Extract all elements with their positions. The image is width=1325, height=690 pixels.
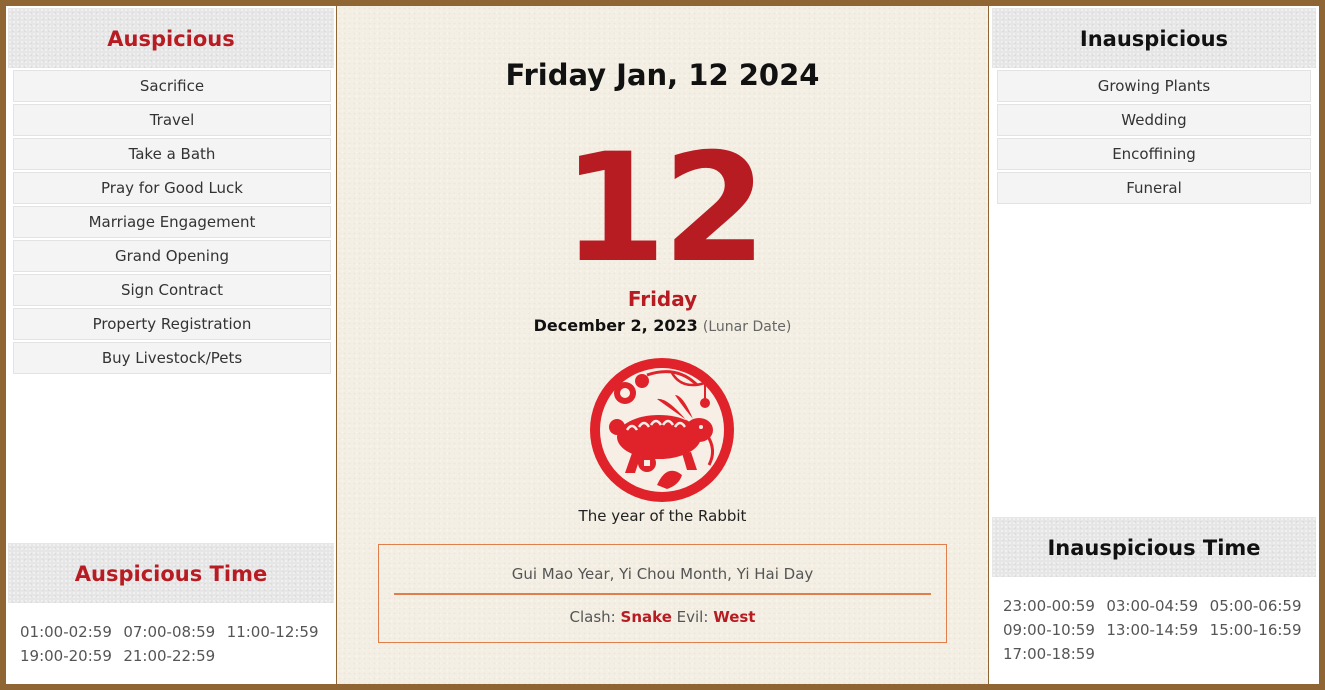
- time-slot: 03:00-04:59: [1106, 597, 1199, 615]
- lunar-date-value: December 2, 2023: [533, 316, 698, 335]
- inauspicious-time-heading: Inauspicious Time: [992, 517, 1316, 577]
- auspicious-item[interactable]: Grand Opening: [13, 240, 331, 272]
- inauspicious-heading: Inauspicious: [992, 8, 1316, 68]
- auspicious-list: Sacrifice Travel Take a Bath Pray for Go…: [6, 68, 336, 374]
- auspicious-item[interactable]: Take a Bath: [13, 138, 331, 170]
- inauspicious-item[interactable]: Encoffining: [997, 138, 1311, 170]
- evil-label: Evil:: [676, 608, 709, 626]
- page-title: Friday Jan, 12 2024: [505, 58, 820, 92]
- clash-label: Clash:: [569, 608, 616, 626]
- auspicious-item[interactable]: Marriage Engagement: [13, 206, 331, 238]
- evil-value: West: [713, 608, 756, 626]
- auspicious-item[interactable]: Sacrifice: [13, 70, 331, 102]
- clash-value: Snake: [620, 608, 672, 626]
- time-slot: 05:00-06:59: [1209, 597, 1302, 615]
- weekday-label: Friday: [627, 287, 698, 311]
- auspicious-item[interactable]: Property Registration: [13, 308, 331, 340]
- time-slot: 09:00-10:59: [1003, 621, 1095, 639]
- calendar-frame: Auspicious Sacrifice Travel Take a Bath …: [6, 6, 1319, 684]
- time-slot: 21:00-22:59: [123, 647, 216, 665]
- time-slot: 01:00-02:59: [20, 623, 112, 641]
- zodiac-caption: The year of the Rabbit: [578, 507, 747, 525]
- day-number: 12: [562, 122, 767, 296]
- auspicious-item[interactable]: Pray for Good Luck: [13, 172, 331, 204]
- auspicious-time-list: 01:00-02:59 07:00-08:59 11:00-12:59 19:0…: [6, 603, 336, 665]
- auspicious-column: Auspicious Sacrifice Travel Take a Bath …: [6, 6, 336, 684]
- inauspicious-item[interactable]: Funeral: [997, 172, 1311, 204]
- auspicious-item[interactable]: Travel: [13, 104, 331, 136]
- inauspicious-item[interactable]: Growing Plants: [997, 70, 1311, 102]
- date-column: Friday Jan, 12 2024 12 Friday December 2…: [336, 6, 989, 684]
- time-slot: 19:00-20:59: [20, 647, 112, 665]
- auspicious-time-panel: Auspicious Time 01:00-02:59 07:00-08:59 …: [6, 541, 336, 665]
- time-slot: 07:00-08:59: [123, 623, 216, 641]
- inauspicious-column: Inauspicious Growing Plants Wedding Enco…: [989, 6, 1319, 684]
- inauspicious-time-panel: Inauspicious Time 23:00-00:59 03:00-04:5…: [989, 515, 1319, 663]
- clash-evil-line: Clash: Snake Evil: West: [379, 595, 946, 626]
- auspicious-heading: Auspicious: [8, 8, 334, 68]
- rabbit-papercut-icon: [587, 355, 737, 505]
- auspicious-item[interactable]: Sign Contract: [13, 274, 331, 306]
- time-slot: 11:00-12:59: [226, 623, 319, 641]
- ganzhi-text: Gui Mao Year, Yi Chou Month, Yi Hai Day: [511, 565, 814, 583]
- inauspicious-item[interactable]: Wedding: [997, 104, 1311, 136]
- ganzhi-info-box: Gui Mao Year, Yi Chou Month, Yi Hai Day …: [378, 544, 947, 643]
- time-slot: 13:00-14:59: [1106, 621, 1199, 639]
- inauspicious-time-list: 23:00-00:59 03:00-04:59 05:00-06:59 09:0…: [989, 577, 1319, 663]
- time-slot: 15:00-16:59: [1209, 621, 1302, 639]
- lunar-date: December 2, 2023 (Lunar Date): [337, 316, 988, 335]
- inauspicious-list: Growing Plants Wedding Encoffining Funer…: [989, 68, 1319, 204]
- auspicious-time-heading: Auspicious Time: [8, 543, 334, 603]
- time-slot: 17:00-18:59: [1003, 645, 1095, 663]
- lunar-date-note: (Lunar Date): [702, 319, 792, 335]
- time-slot: 23:00-00:59: [1003, 597, 1095, 615]
- auspicious-item[interactable]: Buy Livestock/Pets: [13, 342, 331, 374]
